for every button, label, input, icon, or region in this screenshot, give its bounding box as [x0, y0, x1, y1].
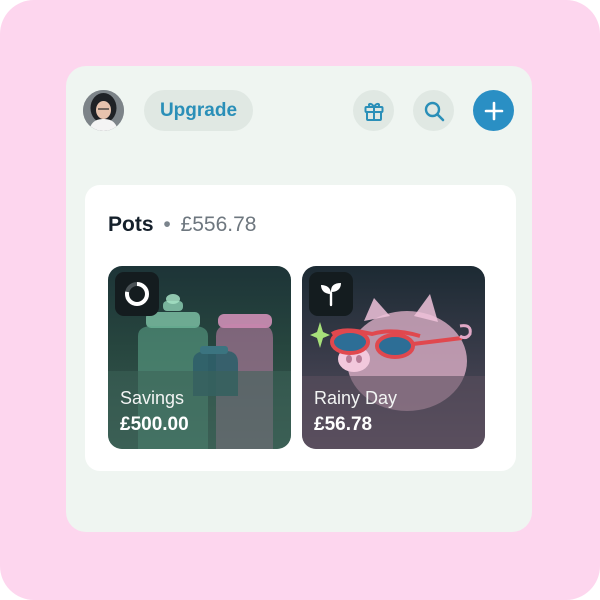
pots-header: Pots • £556.78 — [108, 213, 256, 237]
title-separator: • — [163, 213, 171, 236]
avatar[interactable] — [83, 90, 124, 131]
pot-icon-rainy-day — [309, 272, 353, 316]
background-frame: Upgrade Pots • £556.78 Savings £500.00 R… — [0, 0, 600, 600]
upgrade-button[interactable]: Upgrade — [144, 90, 253, 131]
avatar-image — [83, 90, 124, 131]
search-icon — [424, 101, 444, 121]
pot-amount: £500.00 — [120, 414, 189, 435]
pots-total: £556.78 — [180, 213, 257, 236]
add-button[interactable] — [473, 90, 514, 131]
pot-name: Savings — [120, 388, 185, 408]
plus-icon — [484, 101, 503, 120]
app-screen: Upgrade Pots • £556.78 Savings £500.00 R… — [66, 66, 532, 532]
gift-icon — [364, 102, 383, 121]
sprout-icon — [321, 283, 341, 307]
pot-card-savings[interactable]: Savings £500.00 — [108, 266, 291, 449]
pot-icon-savings — [115, 272, 159, 316]
pot-name: Rainy Day — [314, 388, 398, 408]
pot-card-rainy-day[interactable]: Rainy Day £56.78 — [302, 266, 485, 449]
pots-card: Pots • £556.78 Savings £500.00 Rainy Day… — [85, 185, 516, 471]
gift-button[interactable] — [353, 90, 394, 131]
pot-amount: £56.78 — [314, 414, 373, 435]
progress-ring-icon — [125, 282, 149, 306]
search-button[interactable] — [413, 90, 454, 131]
pots-title: Pots — [108, 213, 154, 236]
